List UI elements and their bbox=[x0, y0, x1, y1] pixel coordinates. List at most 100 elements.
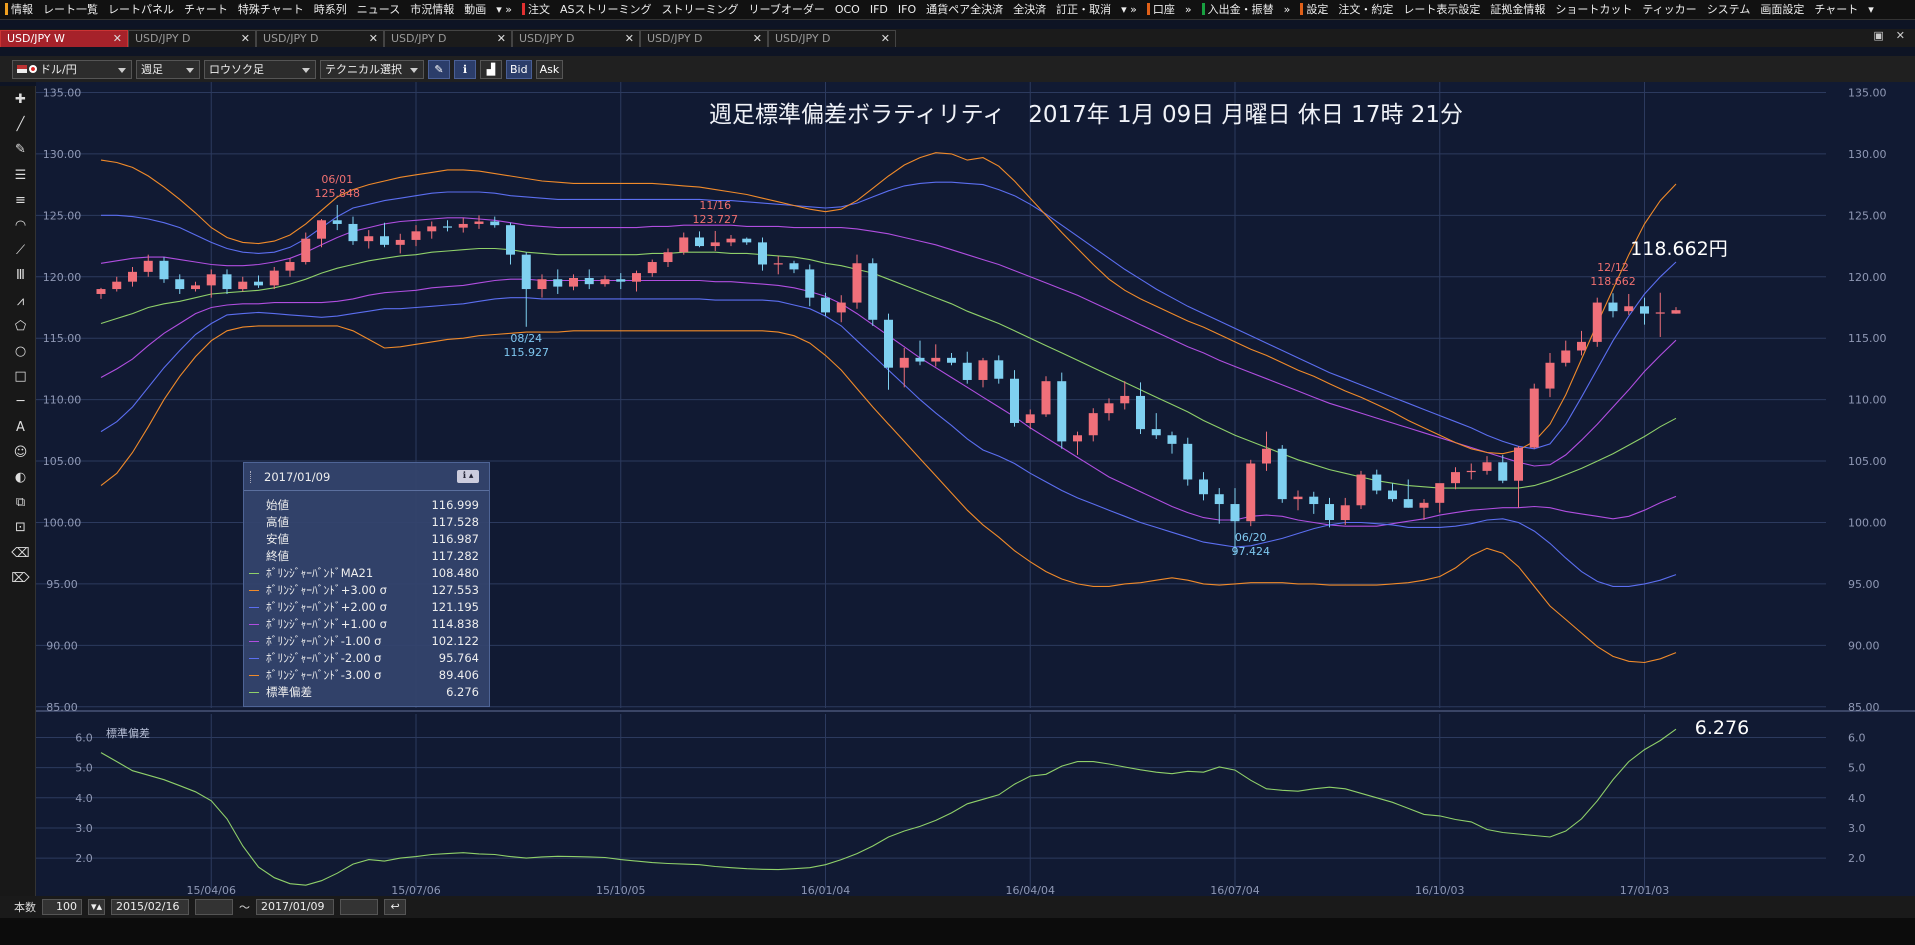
menu-item-29[interactable]: ショートカット bbox=[1550, 0, 1637, 19]
menu-item-0[interactable]: 情報 bbox=[0, 0, 38, 19]
drag-grip-icon[interactable] bbox=[250, 471, 252, 483]
time-from-field[interactable] bbox=[195, 899, 234, 915]
menu-item-label: チャート bbox=[184, 2, 228, 16]
menu-item-1[interactable]: レート一覧 bbox=[38, 0, 103, 19]
close-tab-icon[interactable]: ✕ bbox=[753, 31, 762, 47]
menu-item-11[interactable]: ASストリーミング bbox=[555, 0, 657, 19]
date-to-field[interactable]: 2017/01/09 bbox=[256, 899, 335, 915]
menu-item-3[interactable]: チャート bbox=[179, 0, 233, 19]
candle-body bbox=[1640, 306, 1649, 314]
info-row-value: 127.553 bbox=[431, 583, 479, 597]
volume-icon[interactable]: ▟ bbox=[480, 59, 502, 79]
close-tab-icon[interactable]: ✕ bbox=[369, 31, 378, 47]
menu-item-21[interactable]: 口座 bbox=[1142, 0, 1180, 19]
hline-icon[interactable]: ─ bbox=[10, 392, 31, 412]
menu-item-26[interactable]: 注文・約定 bbox=[1333, 0, 1398, 19]
menu-item-7[interactable]: 市況情報 bbox=[405, 0, 459, 19]
info-icon[interactable]: ℹ bbox=[454, 59, 476, 79]
menu-item-5[interactable]: 時系列 bbox=[309, 0, 352, 19]
close-tab-icon[interactable]: ✕ bbox=[241, 31, 250, 47]
chart-tab-0[interactable]: USD/JPY W ✕ bbox=[0, 30, 128, 47]
time-to-field[interactable] bbox=[340, 899, 379, 915]
close-tab-icon[interactable]: ✕ bbox=[881, 31, 890, 47]
menu-item-24[interactable]: » bbox=[1279, 0, 1296, 19]
menu-item-19[interactable]: 訂正・取消 bbox=[1051, 0, 1116, 19]
close-tab-icon[interactable]: ✕ bbox=[625, 31, 634, 47]
rectangle-icon[interactable]: □ bbox=[10, 367, 31, 387]
ruler-icon[interactable]: ✎ bbox=[10, 140, 31, 160]
collapse-icon[interactable]: ℹ ▴ bbox=[457, 470, 479, 483]
menu-item-25[interactable]: 設定 bbox=[1295, 0, 1333, 19]
technical-select[interactable]: テクニカル選択 bbox=[320, 59, 424, 79]
menu-item-9[interactable]: ▾ » bbox=[491, 0, 517, 19]
menu-item-15[interactable]: IFD bbox=[865, 0, 893, 19]
menu-item-28[interactable]: 証拠金情報 bbox=[1485, 0, 1550, 19]
currency-pair-select[interactable]: ドル/円 bbox=[12, 59, 132, 79]
close-tab-icon[interactable]: ✕ bbox=[113, 31, 122, 47]
line-icon[interactable]: ╱ bbox=[10, 115, 31, 135]
pitchfork-icon[interactable]: ⩘ bbox=[10, 292, 31, 312]
date-from-field[interactable]: 2015/02/16 bbox=[111, 899, 190, 915]
bid-button[interactable]: Bid bbox=[506, 59, 532, 79]
vlines-icon[interactable]: Ⅲ bbox=[10, 266, 31, 286]
candle-body bbox=[1246, 463, 1256, 522]
candle-body bbox=[884, 319, 893, 368]
legend-swatch bbox=[249, 607, 259, 608]
menu-item-2[interactable]: レートパネル bbox=[103, 0, 179, 19]
period-select[interactable]: 週足 bbox=[136, 59, 200, 79]
circle-icon[interactable]: ○ bbox=[10, 342, 31, 362]
close-tab-icon[interactable]: ✕ bbox=[497, 31, 506, 47]
magnet-icon[interactable]: ◐ bbox=[10, 468, 31, 488]
menu-item-23[interactable]: 入出金・振替 bbox=[1197, 0, 1279, 19]
count-field[interactable]: 100 bbox=[42, 899, 82, 915]
menu-item-13[interactable]: リーブオーダー bbox=[744, 0, 830, 19]
fib-icon[interactable]: ≡ bbox=[10, 191, 31, 211]
menu-item-31[interactable]: システム bbox=[1702, 0, 1756, 19]
close-window-icon[interactable]: ✕ bbox=[1896, 29, 1905, 42]
menu-item-4[interactable]: 特殊チャート bbox=[233, 0, 309, 19]
copy-icon[interactable]: ⧉ bbox=[10, 493, 31, 513]
refresh-icon[interactable]: ↩ bbox=[384, 899, 407, 915]
count-stepper[interactable]: ▾▴ bbox=[88, 899, 106, 915]
pentagon-icon[interactable]: ⬠ bbox=[10, 317, 31, 337]
cross-icon[interactable]: ✚ bbox=[10, 90, 31, 110]
menu-item-34[interactable]: ▾ bbox=[1863, 0, 1879, 19]
menu-item-30[interactable]: ティッカー bbox=[1637, 0, 1701, 19]
hlines-icon[interactable]: ☰ bbox=[10, 166, 31, 186]
info-panel-header[interactable]: 2017/01/09 ℹ ▴ bbox=[244, 463, 489, 491]
candle-body bbox=[1466, 470, 1476, 473]
icon-icon[interactable]: ☺ bbox=[10, 443, 31, 463]
menu-item-32[interactable]: 画面設定 bbox=[1755, 0, 1809, 19]
menu-item-6[interactable]: ニュース bbox=[352, 0, 405, 19]
menu-item-8[interactable]: 動画 bbox=[459, 0, 491, 19]
ask-button[interactable]: Ask bbox=[535, 59, 564, 79]
chart-type-select[interactable]: ロウソク足 bbox=[204, 59, 316, 79]
menu-item-14[interactable]: OCO bbox=[830, 0, 865, 19]
menu-item-33[interactable]: チャート bbox=[1809, 0, 1863, 19]
eraser-icon[interactable]: ⌫ bbox=[10, 544, 31, 564]
chart-tab-3[interactable]: USD/JPY D ✕ bbox=[384, 30, 512, 47]
x-tick-label: 17/01/03 bbox=[1620, 884, 1669, 896]
chart-tab-6[interactable]: USD/JPY D ✕ bbox=[768, 30, 896, 47]
menu-item-22[interactable]: » bbox=[1180, 0, 1197, 19]
chart-tab-5[interactable]: USD/JPY D ✕ bbox=[640, 30, 768, 47]
arc-icon[interactable]: ◠ bbox=[10, 216, 31, 236]
draw-pen-icon[interactable]: ✎ bbox=[428, 59, 450, 79]
lock-icon[interactable]: ⊡ bbox=[10, 518, 31, 538]
restore-icon[interactable]: ▣ bbox=[1873, 29, 1883, 42]
text-icon[interactable]: A bbox=[10, 418, 31, 438]
menu-item-18[interactable]: 全決済 bbox=[1008, 0, 1051, 19]
chart-tab-1[interactable]: USD/JPY D ✕ bbox=[128, 30, 256, 47]
data-info-panel[interactable]: 2017/01/09 ℹ ▴ 始値 116.999 高値 117.528 安値 116.9… bbox=[243, 462, 490, 707]
chart-tab-4[interactable]: USD/JPY D ✕ bbox=[512, 30, 640, 47]
menu-item-16[interactable]: IFO bbox=[893, 0, 921, 19]
menu-item-27[interactable]: レート表示設定 bbox=[1398, 0, 1485, 19]
fan-icon[interactable]: ⟋ bbox=[10, 241, 31, 261]
chart-tab-2[interactable]: USD/JPY D ✕ bbox=[256, 30, 384, 47]
menu-item-20[interactable]: ▾ » bbox=[1116, 0, 1142, 19]
candle-body bbox=[380, 236, 389, 245]
eraser-all-icon[interactable]: ⌦ bbox=[10, 569, 31, 589]
menu-item-17[interactable]: 通貨ペア全決済 bbox=[921, 0, 1008, 19]
menu-item-10[interactable]: 注文 bbox=[517, 0, 555, 19]
menu-item-12[interactable]: ストリーミング bbox=[657, 0, 744, 19]
